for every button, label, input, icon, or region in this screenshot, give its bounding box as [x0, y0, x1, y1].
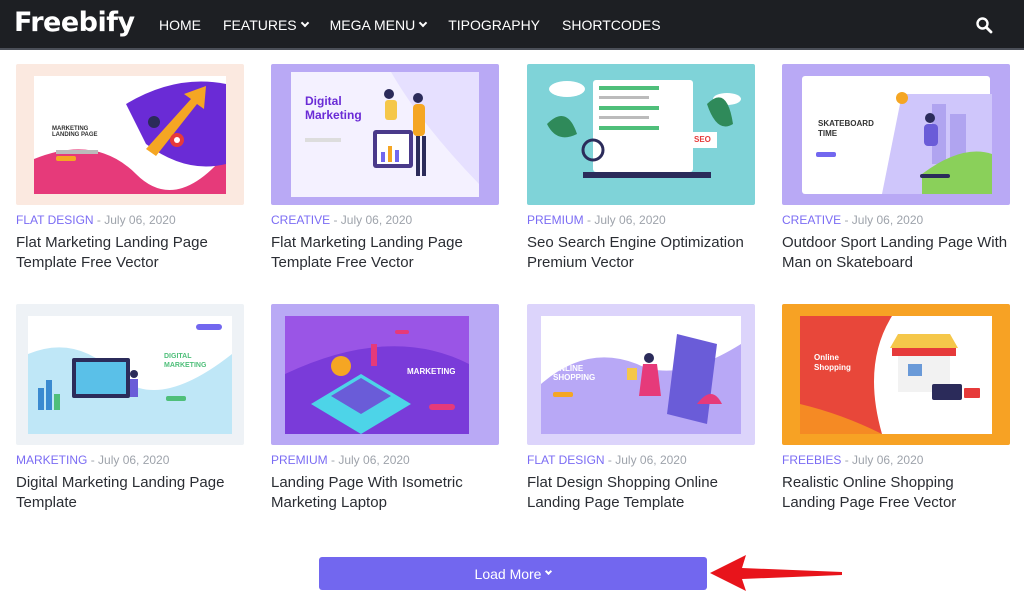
post-thumbnail[interactable]: Digital Marketing — [271, 64, 499, 205]
post-date: - July 06, 2020 — [587, 213, 666, 227]
post-meta: FLAT DESIGN - July 06, 2020 — [527, 453, 755, 467]
post-card[interactable]: SKATEBOARD TIME CREATIVE - July 06, 2020… — [782, 64, 1010, 273]
nav-shortcodes-label: SHORTCODES — [562, 17, 661, 33]
post-title[interactable]: Landing Page With Isometric Marketing La… — [271, 473, 499, 513]
post-date: - July 06, 2020 — [844, 213, 924, 227]
thumb-label: ONLINE SHOPPING — [553, 364, 596, 382]
top-navigation-bar: Freebify HOME FEATURES MEGA MENU TIPOGRA… — [0, 0, 1024, 50]
main-nav: HOME FEATURES MEGA MENU TIPOGRAPHY SHORT… — [159, 0, 683, 50]
post-category[interactable]: PREMIUM — [527, 213, 584, 227]
post-meta: CREATIVE - July 06, 2020 — [782, 213, 1010, 227]
post-title[interactable]: Outdoor Sport Landing Page With Man on S… — [782, 233, 1010, 273]
nav-mega-menu[interactable]: MEGA MENU — [329, 17, 428, 33]
post-date: - July 06, 2020 — [96, 213, 176, 227]
post-card[interactable]: Online Shopping FREEBIES - July 06, 2020… — [782, 304, 1010, 513]
post-category[interactable]: FLAT DESIGN — [16, 213, 94, 227]
nav-home[interactable]: HOME — [159, 17, 201, 33]
post-title[interactable]: Flat Marketing Landing Page Template Fre… — [16, 233, 244, 273]
post-date: - July 06, 2020 — [331, 453, 410, 467]
post-card[interactable]: Digital Marketing CREATIVE - July 06, 20… — [271, 64, 499, 273]
thumb-label: MARKETING LANDING PAGE — [52, 126, 98, 138]
post-meta: CREATIVE - July 06, 2020 — [271, 213, 499, 227]
post-category[interactable]: CREATIVE — [271, 213, 330, 227]
post-date: - July 06, 2020 — [607, 453, 687, 467]
post-title[interactable]: Realistic Online Shopping Landing Page F… — [782, 473, 1010, 513]
post-card[interactable]: MARKETING LANDING PAGE FLAT DESIGN - Jul… — [16, 64, 244, 273]
post-date: - July 06, 2020 — [844, 453, 924, 467]
post-thumbnail[interactable]: DIGITAL MARKETING — [16, 304, 244, 445]
post-meta: PREMIUM - July 06, 2020 — [271, 453, 499, 467]
thumb-label: MARKETING — [407, 367, 456, 376]
post-thumbnail[interactable]: ONLINE SHOPPING — [527, 304, 755, 445]
post-card[interactable]: ONLINE SHOPPING FLAT DESIGN - July 06, 2… — [527, 304, 755, 513]
thumb-label: DIGITAL MARKETING — [164, 353, 207, 369]
post-thumbnail[interactable]: SEO — [527, 64, 755, 205]
post-title[interactable]: Flat Design Shopping Online Landing Page… — [527, 473, 755, 513]
thumb-label: SEO — [694, 135, 711, 144]
load-more-button[interactable]: Load More — [319, 557, 707, 590]
thumb-label: SKATEBOARD TIME — [818, 119, 874, 138]
nav-features-label: FEATURES — [223, 17, 297, 33]
post-title[interactable]: Digital Marketing Landing Page Template — [16, 473, 244, 513]
nav-typography[interactable]: TIPOGRAPHY — [448, 17, 540, 33]
chevron-down-icon — [300, 18, 309, 28]
arrow-annotation-icon — [710, 555, 842, 591]
post-thumbnail[interactable]: MARKETING LANDING PAGE — [16, 64, 244, 205]
nav-shortcodes[interactable]: SHORTCODES — [562, 17, 661, 33]
chevron-down-icon — [418, 18, 428, 28]
post-meta: MARKETING - July 06, 2020 — [16, 453, 244, 467]
post-card[interactable]: MARKETING PREMIUM - July 06, 2020 Landin… — [271, 304, 499, 513]
post-date: - July 06, 2020 — [333, 213, 413, 227]
post-category[interactable]: FREEBIES — [782, 453, 841, 467]
thumb-label: Digital Marketing — [305, 94, 362, 122]
post-title[interactable]: Seo Search Engine Optimization Premium V… — [527, 233, 755, 273]
site-logo[interactable]: Freebify — [14, 7, 135, 38]
post-thumbnail[interactable]: Online Shopping — [782, 304, 1010, 445]
post-date: - July 06, 2020 — [90, 453, 170, 467]
nav-mega-menu-label: MEGA MENU — [329, 17, 416, 33]
post-category[interactable]: MARKETING — [16, 453, 87, 467]
post-meta: FLAT DESIGN - July 06, 2020 — [16, 213, 244, 227]
post-meta: FREEBIES - July 06, 2020 — [782, 453, 1010, 467]
post-meta: PREMIUM - July 06, 2020 — [527, 213, 755, 227]
search-icon[interactable] — [975, 16, 993, 34]
post-category[interactable]: PREMIUM — [271, 453, 328, 467]
nav-typography-label: TIPOGRAPHY — [448, 17, 541, 33]
nav-features[interactable]: FEATURES — [223, 17, 309, 33]
post-thumbnail[interactable]: SKATEBOARD TIME — [782, 64, 1010, 205]
post-card[interactable]: DIGITAL MARKETING MARKETING - July 06, 2… — [16, 304, 244, 513]
nav-home-label: HOME — [159, 17, 201, 33]
post-category[interactable]: CREATIVE — [782, 213, 841, 227]
thumb-label: Online Shopping — [814, 353, 851, 372]
post-title[interactable]: Flat Marketing Landing Page Template Fre… — [271, 233, 499, 273]
post-category[interactable]: FLAT DESIGN — [527, 453, 605, 467]
post-thumbnail[interactable]: MARKETING — [271, 304, 499, 445]
load-more-label: Load More — [474, 565, 542, 582]
post-card[interactable]: SEO PREMIUM - July 06, 2020 Seo Search E… — [527, 64, 755, 273]
chevron-down-icon — [545, 567, 553, 576]
